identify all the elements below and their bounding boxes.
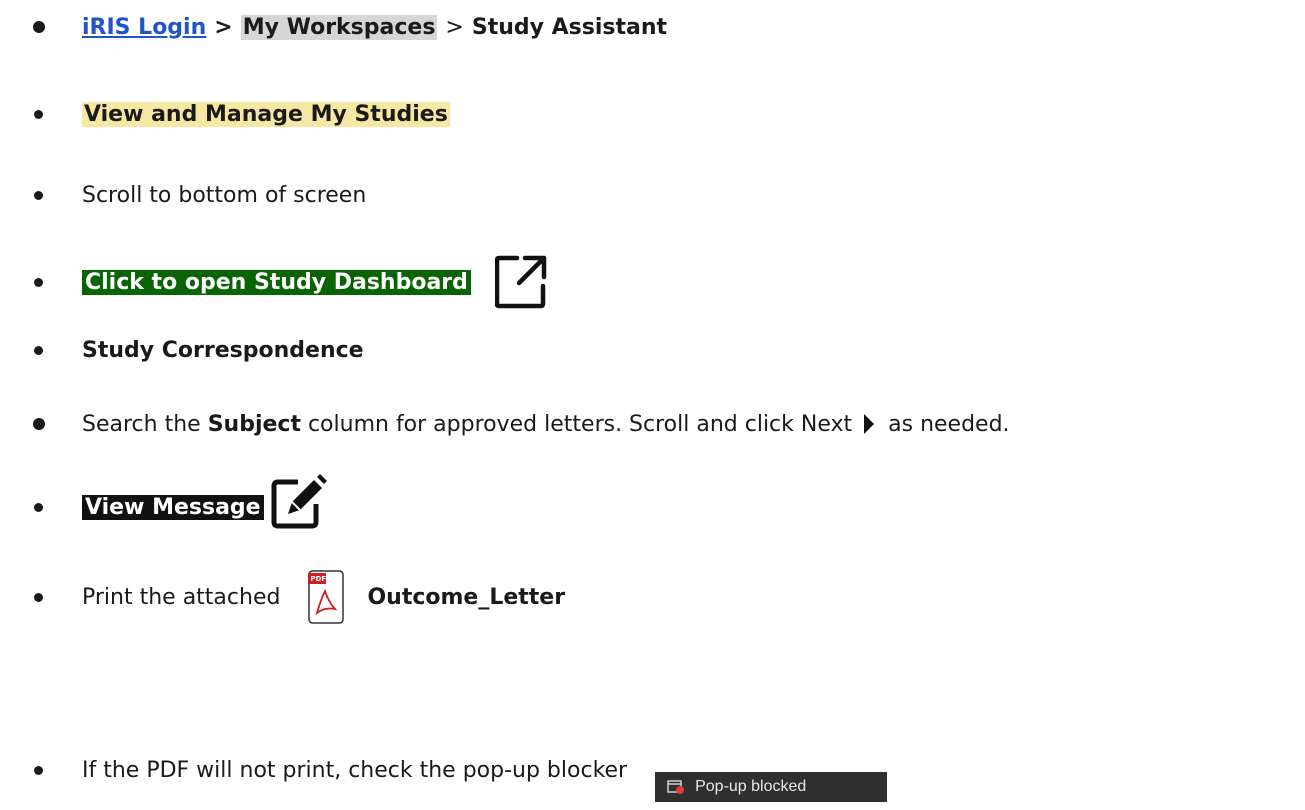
print-text: Print the attached [82, 584, 288, 610]
bullet [34, 109, 43, 119]
view-manage-studies-label: View and Manage My Studies [82, 101, 450, 127]
search-text-post: as needed. [881, 411, 1010, 437]
play-triangle-icon [863, 413, 875, 435]
external-link-icon [494, 255, 547, 309]
popup-blocked-icon [667, 779, 685, 795]
outcome-letter-label: Outcome_Letter [367, 584, 566, 610]
step-print-letter: Print the attached PDF Outcome_Letter [34, 566, 565, 628]
step-view-manage: View and Manage My Studies [34, 100, 450, 128]
bullet [34, 766, 43, 775]
iris-login-link[interactable]: iRIS Login [82, 15, 206, 40]
open-study-dashboard-label: Click to open Study Dashboard [82, 269, 471, 295]
step-popup-blocker: If the PDF will not print, check the pop… [34, 758, 888, 810]
bullet [34, 190, 43, 200]
step-correspondence: Study Correspondence [34, 336, 364, 364]
my-workspaces-label: My Workspaces [240, 14, 438, 40]
study-correspondence-label: Study Correspondence [82, 337, 364, 363]
pdf-badge: PDF [310, 575, 327, 583]
study-assistant-label: Study Assistant [471, 14, 668, 40]
bullet [34, 345, 43, 355]
subject-column-label: Subject [207, 411, 301, 437]
step-search-subject: Search the Subject column for approved l… [33, 410, 1010, 438]
bullet [33, 418, 45, 430]
breadcrumb-separator: > [214, 14, 233, 40]
pdf-file-icon: PDF [307, 569, 345, 625]
step-open-dashboard: Click to open Study Dashboard [34, 254, 547, 310]
popup-blocked-label: Pop-up blocked [695, 778, 807, 795]
bullet [33, 21, 45, 33]
bullet [34, 592, 43, 602]
search-text-mid: column for approved letters. Scroll and … [300, 411, 860, 437]
search-text-pre: Search the [82, 411, 208, 437]
step-scroll: Scroll to bottom of screen [34, 181, 366, 209]
popup-blocked-chip: Pop-up blocked [655, 772, 888, 802]
scroll-instruction: Scroll to bottom of screen [82, 182, 367, 208]
bullet [34, 502, 43, 512]
popup-instruction: If the PDF will not print, check the pop… [82, 758, 628, 783]
breadcrumb-separator: > [445, 14, 464, 40]
step-view-message: View Message [34, 470, 328, 530]
edit-icon [268, 470, 328, 530]
bullet [34, 277, 43, 287]
view-message-label: View Message [82, 494, 264, 520]
step-breadcrumb: iRIS Login > My Workspaces > Study Assis… [33, 13, 668, 41]
